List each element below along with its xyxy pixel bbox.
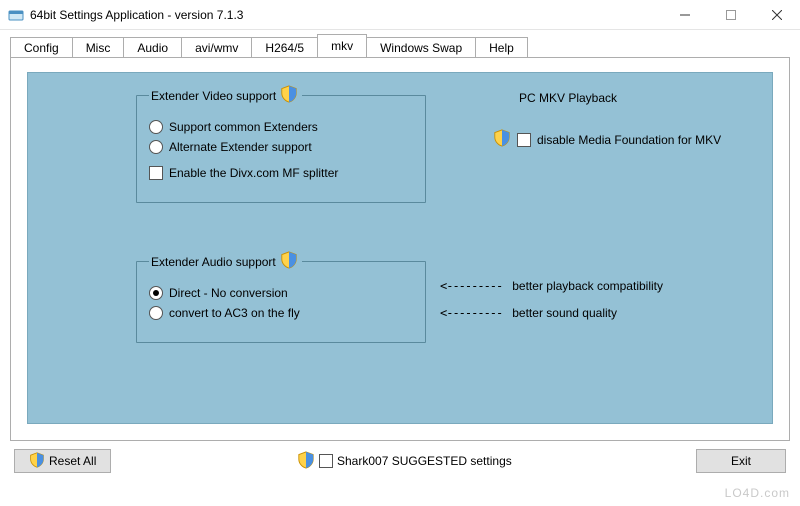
shield-icon xyxy=(280,85,298,106)
radio-alternate-extender-support[interactable]: Alternate Extender support xyxy=(149,140,413,154)
extender-video-group: Extender Video support Support common Ex… xyxy=(136,85,426,203)
window-controls xyxy=(662,0,800,29)
maximize-button[interactable] xyxy=(708,0,754,30)
extender-audio-group: Extender Audio support Direct - No conve… xyxy=(136,251,426,343)
extender-video-legend-text: Extender Video support xyxy=(151,89,276,103)
shield-icon xyxy=(493,129,511,150)
exit-button[interactable]: Exit xyxy=(696,449,786,473)
watermark: LO4D.com xyxy=(725,486,790,500)
footer-bar: Reset All Shark007 SUGGESTED settings Ex… xyxy=(10,441,790,475)
checkbox-input-disable-mf[interactable] xyxy=(517,133,531,147)
tab-strip: ConfigMiscAudioavi/wmvH264/5mkvWindows S… xyxy=(10,34,790,58)
radio-label-ac3: convert to AC3 on the fly xyxy=(169,306,300,320)
tab-audio[interactable]: Audio xyxy=(123,37,182,58)
tab-avi-wmv[interactable]: avi/wmv xyxy=(181,37,252,58)
extender-audio-legend: Extender Audio support xyxy=(149,251,302,272)
note-text-compat: better playback compatibility xyxy=(512,279,663,293)
radio-input-alternate[interactable] xyxy=(149,140,163,154)
radio-label-alternate: Alternate Extender support xyxy=(169,140,312,154)
radio-input-direct[interactable] xyxy=(149,286,163,300)
tab-config[interactable]: Config xyxy=(10,37,73,58)
close-button[interactable] xyxy=(754,0,800,30)
tab-misc[interactable]: Misc xyxy=(72,37,125,58)
radio-support-common-extenders[interactable]: Support common Extenders xyxy=(149,120,413,134)
tab-windows-swap[interactable]: Windows Swap xyxy=(366,37,476,58)
note-text-quality: better sound quality xyxy=(512,306,617,320)
reset-all-button[interactable]: Reset All xyxy=(14,449,111,473)
minimize-button[interactable] xyxy=(662,0,708,30)
checkbox-input-divx[interactable] xyxy=(149,166,163,180)
radio-input-common[interactable] xyxy=(149,120,163,134)
checkbox-suggested-settings[interactable]: Shark007 SUGGESTED settings xyxy=(297,451,512,472)
tab-h264-5[interactable]: H264/5 xyxy=(251,37,318,58)
tab-help[interactable]: Help xyxy=(475,37,528,58)
tab-body-mkv: Extender Video support Support common Ex… xyxy=(10,57,790,441)
arrow-icon: <--------- xyxy=(440,306,502,320)
checkbox-input-suggested[interactable] xyxy=(319,454,333,468)
pc-mkv-title: PC MKV Playback xyxy=(519,91,721,105)
radio-label-direct: Direct - No conversion xyxy=(169,286,288,300)
tab-mkv[interactable]: mkv xyxy=(317,34,367,58)
titlebar: 64bit Settings Application - version 7.1… xyxy=(0,0,800,30)
reset-all-label: Reset All xyxy=(49,454,96,468)
radio-label-common: Support common Extenders xyxy=(169,120,318,134)
note-playback-compat: <--------- better playback compatibility xyxy=(440,279,663,293)
content-panel: Extender Video support Support common Ex… xyxy=(27,72,773,424)
shield-icon xyxy=(280,251,298,272)
note-sound-quality: <--------- better sound quality xyxy=(440,306,617,320)
checkbox-label-suggested: Shark007 SUGGESTED settings xyxy=(337,454,512,468)
arrow-icon: <--------- xyxy=(440,279,502,293)
radio-direct-no-conversion[interactable]: Direct - No conversion xyxy=(149,286,413,300)
radio-input-ac3[interactable] xyxy=(149,306,163,320)
radio-convert-ac3[interactable]: convert to AC3 on the fly xyxy=(149,306,413,320)
checkbox-label-disable-mf: disable Media Foundation for MKV xyxy=(537,133,721,147)
shield-icon xyxy=(297,451,315,472)
shield-icon xyxy=(29,452,45,471)
pc-mkv-section: PC MKV Playback disable Media Foundation… xyxy=(493,91,721,156)
checkbox-divx-splitter[interactable]: Enable the Divx.com MF splitter xyxy=(149,166,413,180)
extender-video-legend: Extender Video support xyxy=(149,85,302,106)
app-icon xyxy=(8,7,24,23)
window-title: 64bit Settings Application - version 7.1… xyxy=(30,8,662,22)
extender-audio-legend-text: Extender Audio support xyxy=(151,255,276,269)
exit-label: Exit xyxy=(731,454,751,468)
checkbox-disable-mf[interactable]: disable Media Foundation for MKV xyxy=(493,129,721,150)
checkbox-label-divx: Enable the Divx.com MF splitter xyxy=(169,166,338,180)
